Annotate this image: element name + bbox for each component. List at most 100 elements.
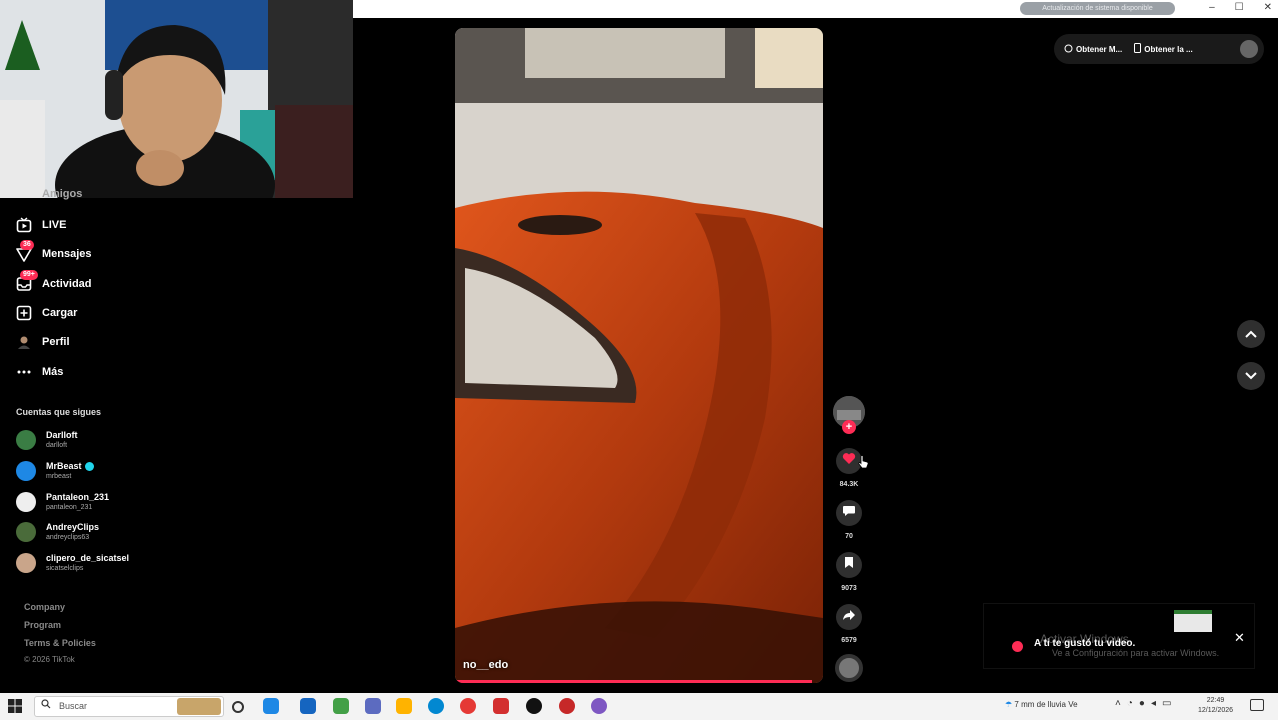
sidebar-item-label: Cargar	[42, 307, 78, 319]
window-controls: – ☐ ✕	[1209, 2, 1272, 13]
comment-icon	[842, 504, 856, 522]
upload-plus-icon	[16, 305, 32, 321]
profile-avatar[interactable]	[1240, 40, 1258, 58]
taskbar-search-input[interactable]: Buscar	[34, 696, 224, 717]
following-name: AndreyClips	[46, 522, 100, 532]
sidebar-item-mas[interactable]: Más	[16, 362, 63, 382]
following-name: clipero_de_sicatsel	[46, 553, 130, 563]
microphone-icon[interactable]: ●	[1139, 698, 1145, 709]
save-button[interactable]	[836, 552, 862, 578]
following-handle: sicatselclips	[46, 565, 84, 572]
webcam-scene	[0, 0, 353, 198]
follow-plus-button[interactable]: +	[842, 420, 856, 434]
maximize-icon[interactable]: ☐	[1235, 2, 1244, 13]
chrome-app-icon[interactable]	[460, 698, 476, 714]
get-mobile-app-button[interactable]: Obtener la ...	[1134, 43, 1193, 55]
activity-badge: 99+	[20, 270, 38, 280]
search-icon	[41, 697, 51, 716]
chevron-up-icon[interactable]: ˄	[1115, 698, 1121, 709]
battery-icon[interactable]: ▭	[1162, 698, 1171, 709]
share-button[interactable]	[836, 604, 862, 630]
browser-address-bar[interactable]: Actualización de sistema disponible	[1020, 2, 1175, 15]
following-name: Pantaleon_231	[46, 492, 110, 502]
video-frame	[455, 28, 823, 683]
minimize-icon[interactable]: –	[1209, 2, 1215, 13]
sidebar-item-perfil[interactable]: Perfil	[16, 332, 70, 352]
taskbar: Buscar ☂ 7 mm de lluvia Ve ˄ ◔ ● ◂ ▭ 22:…	[0, 693, 1278, 720]
webcam-overlay	[0, 0, 353, 198]
whatsapp-app-icon[interactable]	[333, 698, 349, 714]
sidebar-item-label: LIVE	[42, 219, 67, 231]
taskbar-clock[interactable]: 22:49 12/12/2026	[1198, 696, 1233, 716]
video-author[interactable]: no__edo	[463, 659, 508, 671]
comment-button[interactable]	[836, 500, 862, 526]
following-account[interactable]: Darlloft darlloft	[16, 430, 78, 450]
top-right-bar: Obtener M... Obtener la ...	[1054, 34, 1264, 64]
following-account[interactable]: Pantaleon_231 pantaleon_231	[16, 492, 109, 512]
task-view-icon[interactable]	[232, 701, 244, 713]
following-section-title: Cuentas que sigues	[16, 407, 102, 417]
notification-toast: Activar Windows Ve a Configuración para …	[983, 603, 1255, 669]
app-icon[interactable]	[559, 698, 575, 714]
system-tray: ˄ ◔ ● ◂ ▭	[1115, 698, 1171, 709]
following-handle: mrbeast	[46, 473, 72, 480]
edge-app-icon[interactable]	[428, 698, 444, 714]
music-disc-avatar[interactable]	[835, 654, 863, 682]
chevron-down-icon	[1245, 367, 1257, 385]
sidebar-item-actividad[interactable]: 99+ Actividad	[16, 270, 92, 294]
speaker-icon[interactable]: ◂	[1151, 698, 1156, 709]
sidebar-item-mensajes[interactable]: 36 Mensajes	[16, 240, 92, 264]
sidebar-item-label: Amigos	[42, 188, 83, 200]
bookmark-icon	[844, 556, 854, 574]
explorer-app-icon[interactable]	[300, 698, 316, 714]
sidebar-item-label: Mensajes	[42, 248, 92, 260]
cursor-hand-icon	[858, 455, 869, 474]
notification-center-icon[interactable]	[1250, 699, 1264, 711]
messages-badge: 36	[20, 240, 34, 250]
share-count: 6579	[841, 637, 857, 644]
sidebar-item-label: Actividad	[42, 278, 92, 290]
close-icon[interactable]: ✕	[1234, 630, 1245, 646]
following-name: Darlloft	[46, 430, 78, 440]
save-count: 9073	[841, 585, 857, 592]
close-icon[interactable]: ✕	[1264, 2, 1272, 13]
app-icon[interactable]	[365, 698, 381, 714]
footer-link-terms[interactable]: Terms & Policies	[24, 638, 96, 648]
discord-app-icon[interactable]	[591, 698, 607, 714]
like-count: 84.3K	[839, 481, 859, 488]
tiktok-app-icon[interactable]	[526, 698, 542, 714]
folder-app-icon[interactable]	[396, 698, 412, 714]
video-progress-bar[interactable]	[455, 680, 812, 683]
sidebar-item-live[interactable]: LIVE	[16, 215, 66, 235]
sidebar-item-amigos[interactable]: Amigos	[16, 188, 82, 200]
network-icon[interactable]: ◔	[1127, 698, 1133, 709]
previous-video-button[interactable]	[1237, 320, 1265, 348]
footer-link-company[interactable]: Company	[24, 602, 65, 612]
following-account[interactable]: MrBeast mrbeast	[16, 461, 94, 481]
windows-start-icon[interactable]	[8, 699, 22, 713]
video-player[interactable]: no__edo	[455, 28, 823, 683]
following-handle: pantaleon_231	[46, 504, 93, 511]
following-account[interactable]: clipero_de_sicatsel sicatselclips	[16, 553, 129, 573]
taskbar-weather[interactable]: ☂ 7 mm de lluvia Ve	[1005, 700, 1078, 709]
desktop-icon	[1064, 44, 1073, 55]
footer-link-program[interactable]: Program	[24, 620, 61, 630]
following-handle: andreyclips63	[46, 534, 90, 541]
following-name: MrBeast	[46, 461, 94, 472]
next-video-button[interactable]	[1237, 362, 1265, 390]
verified-badge-icon	[84, 462, 94, 471]
get-app-button[interactable]: Obtener M...	[1064, 44, 1122, 55]
avatar	[16, 553, 36, 573]
phone-icon	[1134, 43, 1142, 55]
windows-activation-subtext: Ve a Configuración para activar Windows.	[1052, 648, 1220, 658]
following-account[interactable]: AndreyClips andreyclips63	[16, 522, 99, 542]
comment-count: 70	[845, 533, 853, 540]
chevron-up-icon	[1245, 325, 1257, 343]
search-highlight-image	[177, 698, 221, 715]
youtube-app-icon[interactable]	[493, 698, 509, 714]
sidebar-item-cargar[interactable]: Cargar	[16, 303, 77, 323]
messages-icon: 36	[16, 240, 34, 262]
copyright: © 2026 TikTok	[24, 655, 75, 664]
mail-app-icon[interactable]	[263, 698, 279, 714]
weather-icon: ☂	[1005, 700, 1015, 709]
